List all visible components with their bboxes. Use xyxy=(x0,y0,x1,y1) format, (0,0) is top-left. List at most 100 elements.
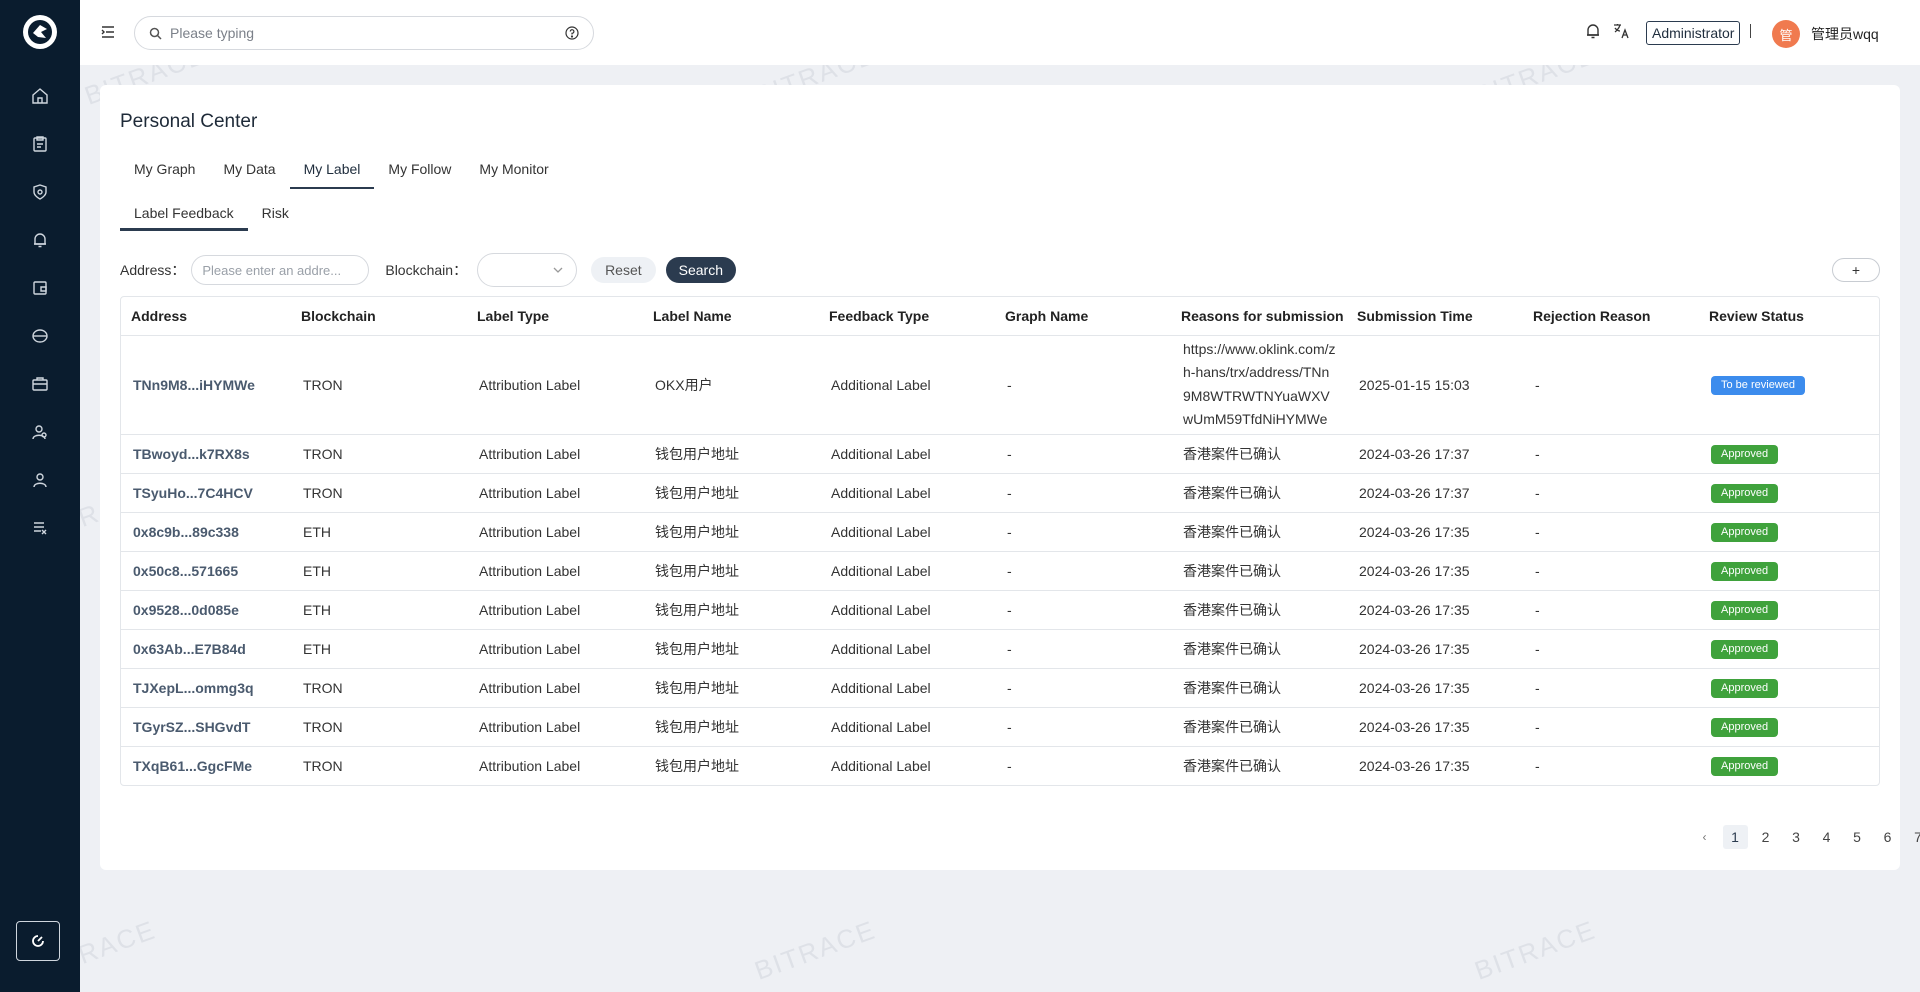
search-button[interactable]: Search xyxy=(665,257,736,283)
address-cell[interactable]: TNn9M8...iHYMWe xyxy=(121,335,291,435)
bell-icon[interactable] xyxy=(0,216,80,264)
add-button[interactable]: + xyxy=(1832,258,1880,282)
label-type-cell: Attribution Label xyxy=(479,757,581,774)
home-icon[interactable] xyxy=(0,72,80,120)
rejection-reason-cell: - xyxy=(1523,335,1699,435)
tab-my-label[interactable]: My Label xyxy=(289,151,375,189)
subtab-label-feedback[interactable]: Label Feedback xyxy=(120,199,248,231)
feedback-type-cell: Additional Label xyxy=(819,629,995,669)
address-cell[interactable]: 0x9528...0d085e xyxy=(121,590,291,630)
address-input[interactable] xyxy=(191,255,370,285)
sidebar xyxy=(0,0,80,992)
refresh-button[interactable] xyxy=(16,921,60,961)
tab-my-graph[interactable]: My Graph xyxy=(120,151,209,189)
notification-icon[interactable] xyxy=(1584,22,1602,43)
rejection-reason-cell: - xyxy=(1523,512,1699,552)
page-button-7[interactable]: 7 xyxy=(1906,825,1920,849)
page-title: Personal Center xyxy=(120,111,258,132)
label-name-cell: 钱包用户地址 xyxy=(643,668,819,708)
status-badge: Approved xyxy=(1711,678,1779,698)
blockchain-select[interactable] xyxy=(477,253,578,287)
role-badge[interactable]: Administrator xyxy=(1646,21,1741,45)
status-badge: Approved xyxy=(1711,522,1779,542)
reason-cell: 香港案件已确认 xyxy=(1183,757,1281,774)
coin-icon[interactable] xyxy=(0,312,80,360)
page-button-6[interactable]: 6 xyxy=(1875,825,1900,849)
label-type-cell: Attribution Label xyxy=(467,434,643,474)
user-icon[interactable] xyxy=(0,456,80,504)
username[interactable]: 管理员wqq xyxy=(1811,24,1879,44)
page-button-5[interactable]: 5 xyxy=(1845,825,1870,849)
table-row[interactable]: TNn9M8...iHYMWe TRON Attribution Label OKX用… xyxy=(121,335,1879,435)
rejection-reason-cell: - xyxy=(1523,590,1699,630)
address-cell[interactable]: TBwoyd...k7RX8s xyxy=(121,434,291,474)
translate-icon[interactable] xyxy=(1612,22,1630,43)
shield-icon[interactable] xyxy=(0,168,80,216)
pagination: ‹1234567› xyxy=(1692,825,1920,849)
feedback-table: Address Blockchain Label Type Label Name Fee… xyxy=(120,296,1880,786)
user-search-icon[interactable] xyxy=(0,408,80,456)
sub-tabs: Label Feedback Risk xyxy=(120,199,303,231)
address-cell[interactable]: TGyrSZ...SHGvdT xyxy=(121,707,291,747)
column-header: Label Type xyxy=(467,297,643,336)
table-row[interactable]: TJXepL...ommg3q TRON Attribution Label 钱包用户… xyxy=(121,668,1879,708)
table-row[interactable]: 0x9528...0d085e ETH Attribution Label 钱包用户地… xyxy=(121,590,1879,630)
review-status-cell: Approved xyxy=(1699,473,1879,513)
search-input[interactable] xyxy=(170,25,565,41)
label-name-cell: 钱包用户地址 xyxy=(643,551,819,591)
avatar[interactable]: 管 xyxy=(1772,20,1800,48)
submission-time-cell: 2024-03-26 17:35 xyxy=(1347,512,1523,552)
feedback-type-cell: Additional Label xyxy=(819,473,995,513)
status-badge: Approved xyxy=(1711,756,1779,776)
rejection-reason-cell: - xyxy=(1523,434,1699,474)
table-row[interactable]: 0x63Ab...E7B84d ETH Attribution Label 钱包用户地… xyxy=(121,629,1879,669)
reason-cell: 香港案件已确认 xyxy=(1171,434,1347,474)
reset-button[interactable]: Reset xyxy=(591,257,656,283)
address-cell[interactable]: 0x8c9b...89c338 xyxy=(121,512,291,552)
logo-icon[interactable] xyxy=(23,15,57,49)
address-cell[interactable]: 0x50c8...571665 xyxy=(121,551,291,591)
prev-page-button[interactable]: ‹ xyxy=(1692,825,1717,849)
reason-cell: 香港案件已确认 xyxy=(1171,668,1347,708)
table-row[interactable]: TXqB61...GgcFMe TRON Attribution Label 钱包用户… xyxy=(121,746,1879,785)
table-row[interactable]: 0x8c9b...89c338 ETH Attribution Label 钱包用户地… xyxy=(121,512,1879,552)
page-button-3[interactable]: 3 xyxy=(1784,825,1809,849)
graph-name-cell: - xyxy=(995,707,1171,747)
review-status-cell: Approved xyxy=(1699,707,1879,747)
personal-center-card: Personal Center My Graph My Data My Labe… xyxy=(100,85,1920,870)
address-cell[interactable]: TSyuHo...7C4HCV xyxy=(121,473,291,513)
database-icon[interactable] xyxy=(0,504,80,552)
address-cell[interactable]: 0x63Ab...E7B84d xyxy=(121,629,291,669)
blockchain-cell: TRON xyxy=(291,473,467,513)
page-button-4[interactable]: 4 xyxy=(1814,825,1839,849)
help-icon[interactable] xyxy=(565,26,579,40)
page-button-1[interactable]: 1 xyxy=(1722,825,1748,849)
menu-toggle-icon[interactable] xyxy=(100,24,116,40)
global-search[interactable] xyxy=(134,16,594,50)
table-row[interactable]: TSyuHo...7C4HCV TRON Attribution Label 钱包用户… xyxy=(121,473,1879,513)
column-header: Rejection Reason xyxy=(1523,297,1699,336)
watermark: BITRACE xyxy=(1470,914,1600,986)
address-cell[interactable]: TJXepL...ommg3q xyxy=(121,668,291,708)
clipboard-icon[interactable] xyxy=(0,120,80,168)
page-button-2[interactable]: 2 xyxy=(1753,825,1778,849)
graph-name-cell: - xyxy=(995,629,1171,669)
wallet-icon[interactable] xyxy=(0,264,80,312)
label-name-cell: 钱包用户地址 xyxy=(643,473,819,513)
table-row[interactable]: TBwoyd...k7RX8s TRON Attribution Label 钱包用户… xyxy=(121,434,1879,474)
briefcase-icon[interactable] xyxy=(0,360,80,408)
submission-time-cell: 2024-03-26 17:35 xyxy=(1347,590,1523,630)
table-row[interactable]: TGyrSZ...SHGvdT TRON Attribution Label 钱包用户… xyxy=(121,707,1879,747)
label-name-cell: 钱包用户地址 xyxy=(643,434,819,474)
graph-name-cell: - xyxy=(995,335,1171,435)
reason-cell: 香港案件已确认 xyxy=(1171,707,1347,747)
table-header-row: Address Blockchain Label Type Label Name Fee… xyxy=(121,297,1879,336)
tab-my-monitor[interactable]: My Monitor xyxy=(465,151,562,189)
tab-my-data[interactable]: My Data xyxy=(209,151,289,189)
subtab-risk[interactable]: Risk xyxy=(248,199,303,231)
graph-name-cell: - xyxy=(995,473,1171,513)
tab-my-follow[interactable]: My Follow xyxy=(374,151,465,189)
graph-name-cell: - xyxy=(1007,757,1012,774)
address-cell[interactable]: TXqB61...GgcFMe xyxy=(121,746,291,785)
table-row[interactable]: 0x50c8...571665 ETH Attribution Label 钱包用户地… xyxy=(121,551,1879,591)
